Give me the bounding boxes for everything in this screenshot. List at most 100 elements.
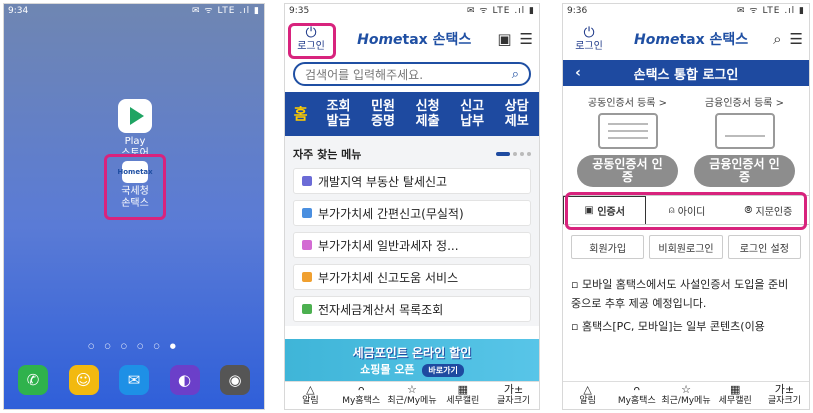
list-item[interactable]: 전자세금계산서 목록조회 [293,296,531,322]
menu-item-icon [302,240,312,250]
power-icon: ⏻ [583,24,595,41]
search-input[interactable]: 검색어를 입력해주세요. [305,66,423,83]
frequent-menu-pager[interactable] [496,152,531,156]
search-icon[interactable]: ⌕ [512,67,519,82]
tab-certificate[interactable]: 민원 증명 [361,99,406,129]
phone-hometax-main: 9:35 ✉ ᯤ LTE .ıl ▮ ⏻ 로그인 Hometax 손택스 ▣ ☰… [284,3,540,410]
calendar-icon: ▦ [730,383,741,396]
hometax-logo: Hometax 손택스 [357,32,472,48]
nav-recent[interactable]: ☆ 최근/My메뉴 [661,382,710,409]
app-header: ⏻ 로그인 Hometax 손택스 ⌕ ☰ [563,18,809,60]
menu-icon[interactable]: ☰ [520,30,533,48]
list-item[interactable]: 부가가치세 간편신고(무실적) [293,200,531,226]
menu-item-icon [302,304,312,314]
messages-icon[interactable]: ✉ [119,365,149,395]
login-highlight-box [288,23,336,59]
guest-login-button[interactable]: 비회원로그인 [649,235,723,259]
certificate-icon [597,113,658,149]
font-size-icon: 가± [503,383,524,396]
lock-certificate-icon [714,113,775,149]
hometax-app[interactable]: Hometax 국세청 손택스 [105,161,165,210]
status-time: 9:36 [567,6,588,16]
phone-home-screen: 9:34 ✉ ᯤ LTE .ıl ▮ Play 스토어 Hometax 국세청 … [3,3,265,410]
login-links: 회원가입 비회원로그인 로그인 설정 [563,225,809,269]
banner-go-button[interactable]: 바로가기 [422,364,464,377]
list-item[interactable]: 부가가치세 신고도움 서비스 [293,264,531,290]
user-icon: ᴖ [357,383,365,396]
status-icons: ✉ ᯤ LTE .ıl ▮ [467,6,535,16]
status-bar: 9:35 ✉ ᯤ LTE .ıl ▮ [285,4,539,18]
page-indicator: ○ ○ ○ ○ ○ ● [88,342,180,350]
frequent-menu-header: 자주 찾는 메뉴 [293,146,531,162]
dock: ✆ ☺ ✉ ◐ ◉ [18,365,250,395]
nav-calendar[interactable]: ▦ 세무캘린 [711,382,760,409]
bottom-nav: △ 알림 ᴖ My홈택스 ☆ 최근/My메뉴 ▦ 세무캘린 가± 글자크기 [285,381,539,409]
qr-icon[interactable]: ▣ [497,30,511,48]
status-bar: 9:34 ✉ ᯤ LTE .ıl ▮ [4,4,264,18]
tab-inquiry[interactable]: 조회 발급 [316,99,361,129]
header-icons: ▣ ☰ [497,30,533,48]
phone-icon[interactable]: ✆ [18,365,48,395]
app-header: ⏻ 로그인 Hometax 손택스 ▣ ☰ [285,18,539,60]
joint-cert-auth-button[interactable]: 공동인증서 인 증 [577,155,678,187]
nav-my-hometax[interactable]: ᴖ My홈택스 [612,382,661,409]
frequent-menu-section: 자주 찾는 메뉴 개발지역 부동산 탈세신고 부가가치세 간편신고(무실적) 부… [285,136,539,326]
financial-cert-register-link[interactable]: 금융인증서 등록 > [686,94,803,109]
search-icon[interactable]: ⌕ [773,30,781,48]
hometax-app-icon: Hometax [117,161,153,183]
signup-button[interactable]: 회원가입 [571,235,645,259]
search-bar[interactable]: 검색어를 입력해주세요. ⌕ [293,62,531,86]
menu-item-icon [302,272,312,282]
user-icon: ᴖ [633,383,641,396]
login-button[interactable]: ⏻ 로그인 [569,24,609,53]
bell-icon: △ [583,383,592,396]
page-title: 손택스 통합 로그인 [633,67,739,83]
list-item[interactable]: 부가가치세 일반과세자 정... [293,232,531,258]
banner-line2: 쇼핑몰 오픈 바로가기 [285,361,539,377]
phone-integrated-login: 9:36 ✉ ᯤ LTE .ıl ▮ ⏻ 로그인 Hometax 손택스 ⌕ ☰… [562,3,810,410]
status-time: 9:34 [8,6,29,16]
promo-banner[interactable]: 세금포인트 온라인 할인 쇼핑몰 오픈 바로가기 [285,339,539,383]
header-icons: ⌕ ☰ [773,30,803,48]
status-icons: ✉ ᯤ LTE .ıl ▮ [737,6,805,16]
financial-cert-option: 금융인증서 등록 > 금융인증서 인 증 [686,94,803,187]
play-store-icon [118,99,152,133]
joint-cert-register-link[interactable]: 공동인증서 등록 > [569,94,686,109]
frequent-menu-title: 자주 찾는 메뉴 [293,148,362,161]
status-bar: 9:36 ✉ ᯤ LTE .ıl ▮ [563,4,809,18]
hometax-app-label: 국세청 손택스 [121,186,149,209]
list-item[interactable]: 개발지역 부동산 탈세신고 [293,168,531,194]
star-icon: ☆ [407,383,417,396]
auth-method-tabs: ▣ 인증서 ⍝ 아이디 ⦾ 지문인증 [563,192,809,230]
star-icon: ☆ [681,383,691,396]
nav-recent[interactable]: ☆ 최근/My메뉴 [387,382,438,409]
notice-item: ▫ 홈택스[PC, 모바일]는 일부 콘텐츠(이용 [571,320,765,333]
internet-icon[interactable]: ◐ [169,365,200,395]
contacts-icon[interactable]: ☺ [68,365,99,395]
menu-icon[interactable]: ☰ [790,30,803,48]
financial-cert-auth-button[interactable]: 금융인증서 인 증 [694,155,795,187]
tab-apply[interactable]: 신청 제출 [405,99,450,129]
category-bar: 홈 조회 발급 민원 증명 신청 제출 신고 납부 상담 제보 [285,92,539,136]
bell-icon: △ [306,383,315,396]
login-title-bar: ‹ 손택스 통합 로그인 [563,60,809,86]
nav-my-hometax[interactable]: ᴖ My홈택스 [336,382,387,409]
tab-consult[interactable]: 상담 제보 [494,99,539,129]
play-store-app[interactable]: Play 스토어 [105,99,165,160]
auth-tabs-highlight-box [565,192,807,230]
login-settings-button[interactable]: 로그인 설정 [727,235,801,259]
notice-item: ▫ 모바일 홈택스에서도 사설인증서 도입을 준비 중으로 추후 제공 예정입니… [571,278,789,310]
nav-font-size[interactable]: 가± 글자크기 [760,382,809,409]
nav-alert[interactable]: △ 알림 [563,382,612,409]
status-time: 9:35 [289,6,310,16]
camera-icon[interactable]: ◉ [220,365,250,395]
tab-report[interactable]: 신고 납부 [450,99,495,129]
hometax-logo: Hometax 손택스 [634,32,749,48]
nav-alert[interactable]: △ 알림 [285,382,336,409]
tab-home[interactable]: 홈 [285,106,316,122]
back-icon[interactable]: ‹ [563,65,593,81]
calendar-icon: ▦ [457,383,468,396]
nav-font-size[interactable]: 가± 글자크기 [488,382,539,409]
screenshot-stage: 9:34 ✉ ᯤ LTE .ıl ▮ Play 스토어 Hometax 국세청 … [0,0,813,413]
nav-calendar[interactable]: ▦ 세무캘린 [437,382,488,409]
